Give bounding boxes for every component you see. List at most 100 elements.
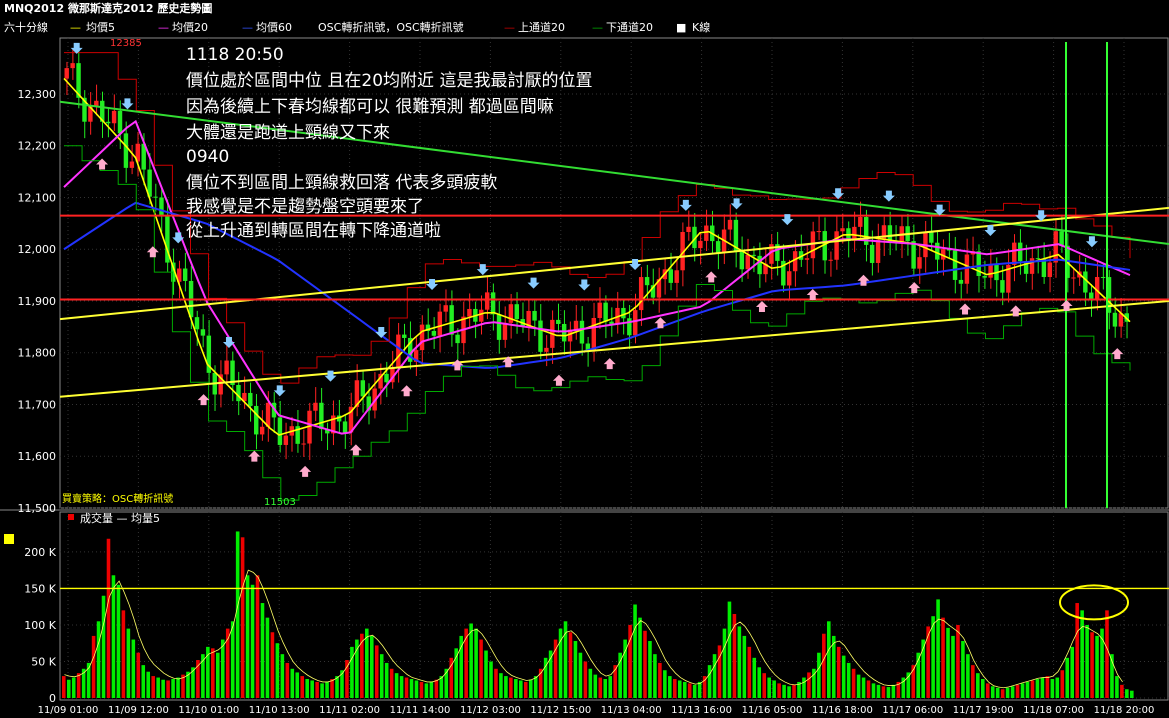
volume-bar — [136, 652, 141, 698]
volume-bar — [389, 668, 394, 698]
volume-bar — [717, 645, 722, 698]
sell-arrow-icon — [121, 98, 134, 110]
volume-bar — [817, 652, 821, 698]
volume-bar — [990, 686, 995, 698]
candle-body — [739, 250, 745, 270]
sell-arrow-icon — [882, 190, 895, 202]
candle-body — [484, 292, 490, 310]
candle-body — [431, 330, 437, 336]
candle-body — [579, 320, 585, 344]
volume-bar — [365, 628, 369, 698]
volume-bar — [106, 538, 111, 698]
candle-body — [224, 360, 229, 375]
volume-bar — [514, 679, 518, 698]
volume-bar — [280, 654, 285, 698]
sell-arrow-icon — [476, 264, 489, 276]
candle-body — [319, 402, 324, 430]
volume-bar — [454, 648, 459, 698]
volume-bar — [1115, 676, 1119, 698]
annotation-line: 因為後續上下春均線都可以 很難預測 都過區間嘛 — [186, 97, 554, 117]
sell-arrow-icon — [730, 198, 743, 210]
volume-bar — [161, 679, 165, 698]
volume-bar — [305, 679, 309, 698]
candle-body — [869, 244, 875, 263]
volume-bar — [379, 654, 384, 698]
sell-arrow-icon — [527, 277, 540, 289]
volume-bar — [96, 621, 101, 698]
candle-body — [1012, 242, 1017, 265]
candle-body — [123, 133, 129, 168]
annotation-line: 從上升通到轉區間在轉下降通道啦 — [186, 221, 441, 241]
volume-tick-label: 150 K — [24, 582, 56, 595]
volume-bar — [956, 624, 960, 698]
volume-bar — [310, 680, 314, 698]
x-tick-label: 11/17 19:00 — [953, 705, 1014, 716]
candle-body — [698, 240, 703, 249]
volume-bar — [971, 665, 975, 698]
candle-body — [917, 257, 922, 269]
candle-body — [757, 255, 762, 275]
x-tick-label: 11/16 18:00 — [812, 705, 873, 716]
strategy-label: 買賣策略：OSC轉折訊號 — [62, 492, 173, 505]
candle-body — [384, 373, 389, 383]
volume-bar — [76, 673, 81, 698]
volume-bar — [578, 652, 583, 698]
volume-bar — [399, 676, 404, 698]
x-tick-label: 11/12 03:00 — [460, 705, 521, 716]
volume-bar — [861, 677, 866, 698]
volume-bar — [528, 679, 533, 698]
candle-body — [342, 421, 348, 433]
volume-bar — [762, 673, 766, 698]
volume-tick-label: 200 K — [24, 546, 56, 559]
candle-body — [573, 320, 579, 330]
volume-bar — [603, 679, 608, 698]
price-tick-label: 12,000 — [18, 243, 57, 256]
volume-bar — [315, 681, 319, 698]
annotation-line: 我感覺是不是趨勢盤空頭要來了 — [186, 197, 424, 217]
sell-arrow-icon — [273, 385, 286, 397]
volume-bar — [523, 681, 528, 698]
buy-arrow-icon — [146, 246, 159, 258]
grid — [0, 37, 1169, 701]
candle-body — [911, 241, 916, 269]
volume-bar — [976, 673, 980, 698]
volume-bar — [802, 677, 806, 698]
candle-body — [396, 334, 401, 368]
volume-bar — [747, 646, 752, 698]
volume-bar — [638, 617, 642, 698]
volume-bar — [588, 668, 593, 698]
candle-body — [929, 232, 934, 243]
candle-body — [792, 251, 798, 272]
volume-bar — [230, 621, 235, 698]
volume-bar — [394, 673, 399, 698]
volume-bar — [494, 668, 498, 698]
candle-body — [1112, 312, 1118, 327]
volume-bar — [573, 641, 578, 698]
price-tick-label: 11,800 — [18, 347, 57, 360]
volume-bar — [235, 531, 240, 698]
volume-bar — [722, 628, 727, 698]
candle-body — [277, 417, 283, 445]
volume-bar — [355, 639, 359, 698]
volume-bar — [876, 684, 881, 698]
volume-bar — [891, 684, 896, 698]
volume-bar — [290, 668, 295, 698]
x-tick-label: 11/17 06:00 — [882, 705, 943, 716]
candle-body — [490, 292, 496, 315]
volume-bar — [250, 584, 255, 698]
volume-bar — [126, 628, 131, 698]
candle-body — [621, 307, 626, 319]
candle-body — [591, 317, 596, 351]
volume-bar — [687, 683, 692, 698]
volume-bar — [807, 672, 811, 698]
candle-body — [479, 309, 484, 322]
candle-body — [449, 305, 454, 335]
volume-bar — [215, 652, 220, 698]
volume-bar — [777, 683, 781, 698]
candle-body — [727, 219, 733, 230]
volume-bar — [260, 603, 265, 698]
volume-bar — [583, 661, 588, 698]
x-tick-label: 11/11 02:00 — [319, 705, 380, 716]
candle-body — [751, 254, 756, 256]
volume-bar — [1000, 689, 1005, 698]
